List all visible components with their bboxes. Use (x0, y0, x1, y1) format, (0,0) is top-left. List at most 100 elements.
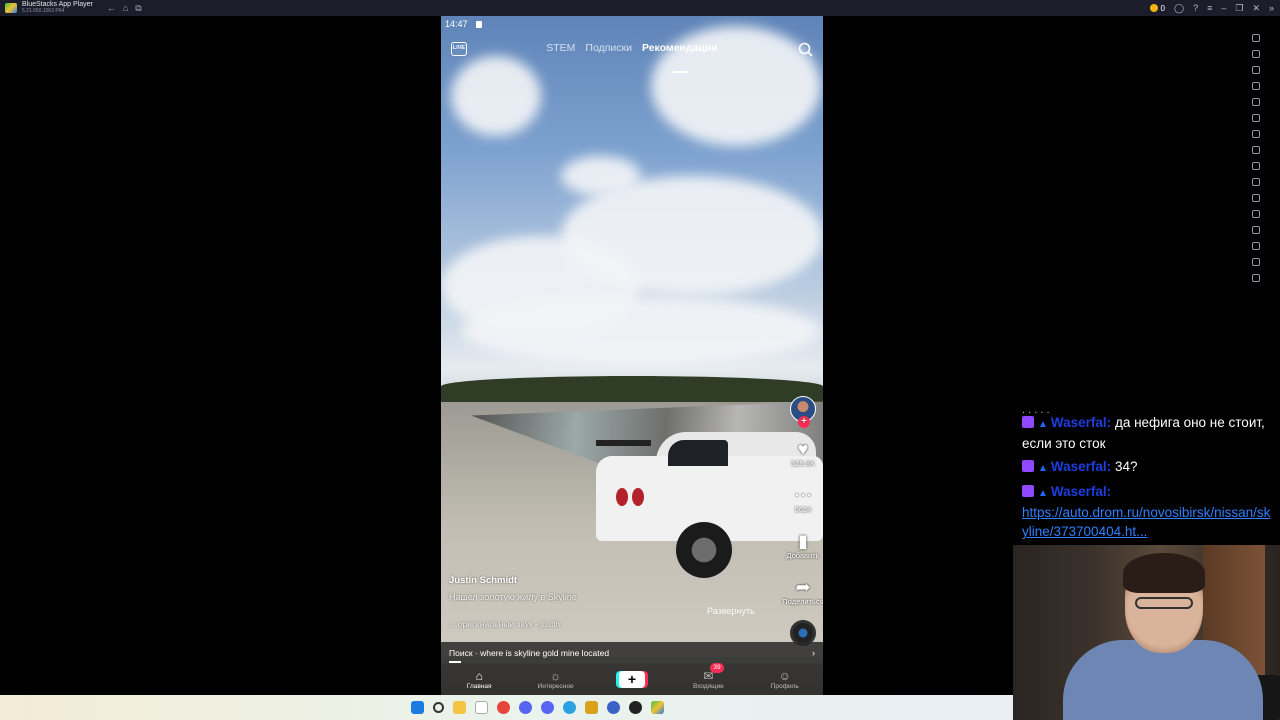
macro-icon[interactable] (1252, 162, 1260, 170)
discord-icon[interactable] (518, 701, 532, 714)
restore-icon[interactable]: ❐ (1235, 3, 1243, 14)
volume-icon[interactable] (1252, 50, 1260, 58)
location-icon[interactable] (1252, 114, 1260, 122)
nav-inbox[interactable]: ✉ 39 Входящие (678, 663, 738, 690)
nav-create[interactable]: + (602, 671, 662, 688)
chat-link[interactable]: https://auto.drom.ru/novosibirsk/nissan/… (1022, 503, 1274, 541)
fullscreen-icon[interactable] (1252, 34, 1260, 42)
install-apk-icon[interactable] (1252, 210, 1260, 218)
window-version: 5.21.650.1063 P64 (22, 8, 65, 14)
telegram-icon[interactable] (562, 701, 576, 714)
layers-icon[interactable] (1252, 258, 1260, 266)
bluestacks-sidebar (1248, 16, 1264, 296)
account-icon[interactable]: ◯ (1174, 3, 1184, 14)
multi-instance-icon[interactable]: ⧉ (135, 3, 141, 14)
webcam-feed (1013, 545, 1280, 720)
chat-username: Waserfal: (1050, 459, 1112, 474)
rotate-icon[interactable] (1252, 146, 1260, 154)
eco-mode-icon[interactable] (1252, 226, 1260, 234)
bluestacks-logo-icon (5, 3, 17, 13)
bookmark-label: Добавить (786, 551, 820, 560)
lock-app-icon[interactable] (584, 701, 598, 714)
action-column: + ♥ 525.8K ⋯ 5624 ▮ Добавить ➦ Поделитьс… (782, 396, 823, 646)
expand-sidebar-icon[interactable]: » (1269, 3, 1274, 13)
more-icon[interactable] (1252, 274, 1260, 282)
settings-icon[interactable] (1252, 242, 1260, 250)
status-bar: 14:47 (445, 19, 482, 29)
treeline (441, 376, 823, 402)
discord-ptb-icon[interactable] (540, 701, 554, 714)
search-icon[interactable] (798, 42, 813, 57)
messenger-icon[interactable] (606, 701, 620, 714)
back-arrow-icon[interactable]: ← (107, 3, 116, 14)
like-count: 525.8K (791, 459, 815, 468)
tab-following[interactable]: Подписки (585, 42, 632, 64)
shake-icon[interactable] (1252, 130, 1260, 138)
window-title-block: BlueStacks App Player 5.21.650.1063 P64 (22, 1, 93, 15)
prime-badge-icon: ▲ (1038, 419, 1048, 430)
help-icon[interactable]: ? (1193, 3, 1198, 13)
close-icon[interactable]: ✕ (1252, 3, 1260, 14)
nav-home[interactable]: ⌂ Главная (449, 669, 509, 690)
expand-link[interactable]: Развернуть (707, 606, 755, 616)
keyboard-icon[interactable] (1252, 66, 1260, 74)
sync-icon[interactable] (1252, 178, 1260, 186)
author-name[interactable]: Justin Schmidt (449, 575, 749, 586)
video-progress[interactable] (449, 661, 461, 663)
menu-icon[interactable]: ≡ (1207, 3, 1212, 13)
twitch-badge-icon (1022, 416, 1034, 428)
nav-profile[interactable]: ☺ Профиль (755, 669, 815, 690)
bluestacks-taskbar-icon[interactable] (650, 701, 664, 714)
file-explorer-icon[interactable] (452, 701, 466, 714)
cloud-shape (451, 56, 541, 136)
home-icon[interactable]: ⌂ (123, 3, 128, 14)
streamer-hair (1123, 553, 1205, 593)
follow-plus-icon[interactable]: + (798, 416, 810, 428)
home-icon: ⌂ (475, 669, 483, 683)
twitch-badge-icon (1022, 460, 1034, 472)
top-tabs: STEM Подписки Рекомендации (441, 42, 823, 73)
nav-profile-label: Профиль (770, 683, 799, 690)
titlebar-nav: ← ⌂ ⧉ (107, 3, 142, 14)
bottom-nav: ⌂ Главная ☼ Интересное + ✉ 39 Входящие ☺… (441, 663, 823, 695)
phone-screen: 14:47 LIVE STEM Подписки Рекомендации + … (441, 16, 823, 695)
media-folder-icon[interactable] (1252, 194, 1260, 202)
comment-button[interactable]: ⋯ 5624 (794, 486, 812, 514)
coin-icon (1149, 4, 1158, 12)
streamer-glasses (1135, 597, 1193, 609)
bookmark-button[interactable]: ▮ Добавить (786, 532, 819, 560)
share-arrow-icon: ➦ (795, 577, 811, 597)
chrome-icon[interactable] (496, 701, 510, 714)
prime-badge-icon: ▲ (1038, 488, 1048, 499)
video-description: Нашел золотую жилу в Skyline (449, 592, 577, 602)
chevron-right-icon: › (812, 648, 815, 658)
notification-icon (475, 20, 482, 28)
author-avatar[interactable]: + (790, 396, 816, 428)
record-icon[interactable] (1252, 98, 1260, 106)
prime-badge-icon: ▲ (1038, 463, 1048, 474)
music-track[interactable]: ♫ оригинальный звук - justin (449, 619, 749, 629)
search-suggestion-bar[interactable]: Поиск · where is skyline gold mine locat… (441, 642, 823, 664)
nav-discover[interactable]: ☼ Интересное (526, 669, 586, 690)
tab-for-you[interactable]: Рекомендации (642, 42, 718, 73)
chat-text: 34? (1114, 459, 1138, 474)
share-button[interactable]: ➦ Поделиться (782, 578, 823, 606)
cloud-shape (461, 296, 821, 366)
windows-start-icon[interactable] (410, 701, 424, 714)
comment-icon: ⋯ (794, 485, 812, 505)
tab-stem[interactable]: STEM (546, 42, 575, 64)
nav-home-label: Главная (466, 683, 492, 690)
create-plus-icon: + (618, 671, 645, 688)
chat-username: Waserfal: (1050, 415, 1112, 430)
search-taskbar-icon[interactable] (432, 702, 444, 713)
screenshot-icon[interactable] (1252, 82, 1260, 90)
heart-icon: ♥ (797, 439, 809, 459)
chat-message: ▲ Waserfal: https://auto.drom.ru/novosibi… (1022, 482, 1274, 541)
minimize-icon[interactable]: – (1221, 3, 1226, 13)
like-button[interactable]: ♥ 525.8K (791, 440, 815, 468)
nav-discover-label: Интересное (537, 683, 574, 690)
coin-counter[interactable]: 0 (1149, 4, 1165, 13)
notepad-icon[interactable] (474, 701, 488, 714)
comment-count: 5624 (794, 505, 812, 514)
obs-icon[interactable] (628, 701, 642, 714)
